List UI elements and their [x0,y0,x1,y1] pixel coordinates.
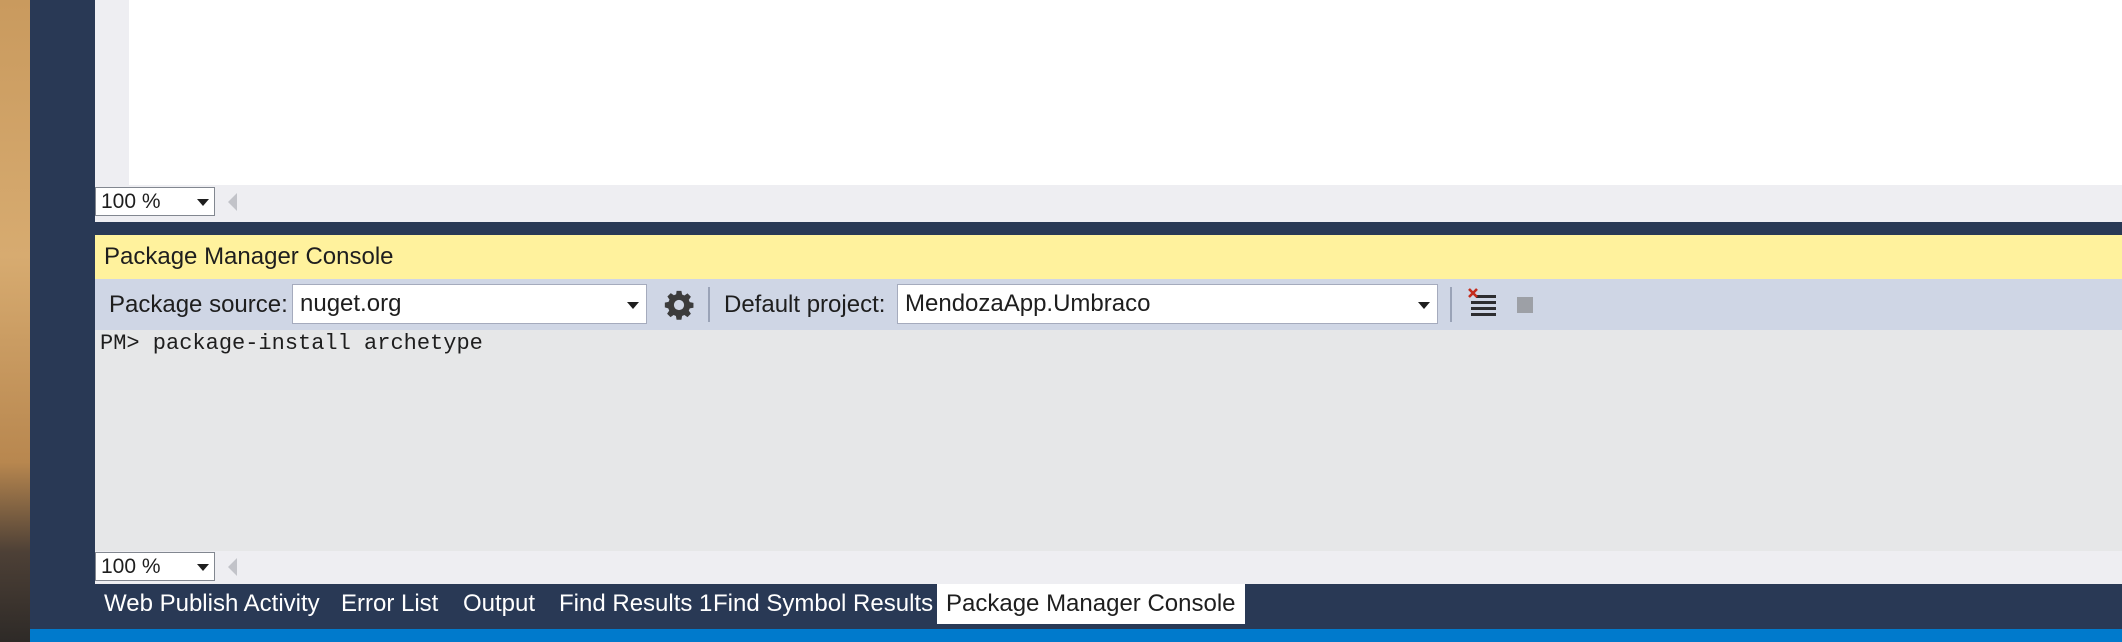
stop-icon[interactable] [1517,297,1533,313]
editor-zoom-value: 100 % [101,190,161,213]
chevron-down-icon [627,302,639,309]
editor-gutter [95,0,129,185]
clear-console-icon[interactable] [1467,288,1499,320]
tab-find-symbol-results[interactable]: Find Symbol Results [704,584,942,625]
window-splitter[interactable] [95,222,2122,235]
gear-icon[interactable] [662,288,696,322]
tab-find-results-1[interactable]: Find Results 1 [550,584,721,625]
scroll-left-icon[interactable] [228,558,237,576]
chevron-down-icon [197,564,209,571]
default-project-dropdown[interactable]: MendozaApp.Umbraco [897,284,1438,324]
tab-package-manager-console[interactable]: Package Manager Console [937,584,1245,624]
package-source-label: Package source: [109,291,288,318]
package-source-value: nuget.org [300,290,402,317]
desktop-background [0,0,30,642]
tab-error-list[interactable]: Error List [332,584,447,625]
scroll-left-icon[interactable] [228,193,237,211]
editor-zoom-dropdown[interactable]: 100 % [95,187,215,216]
console-toolbar: Package source: nuget.org Default projec… [95,279,2122,330]
editor-text-area[interactable] [129,0,2122,185]
default-project-value: MendozaApp.Umbraco [905,290,1151,317]
tool-window-title: Package Manager Console [95,235,2122,279]
toolbar-separator [1450,287,1452,322]
console-zoom-value: 100 % [101,555,161,578]
default-project-label: Default project: [724,291,886,318]
console-zoom-dropdown[interactable]: 100 % [95,552,215,581]
chevron-down-icon [197,199,209,206]
console-bottom-bar: 100 % [95,551,2122,584]
package-source-dropdown[interactable]: nuget.org [292,284,647,324]
console-line: PM> package-install archetype [100,331,483,356]
status-bar-border [30,625,2122,629]
editor-bottom-bar: 100 % [95,185,2122,222]
console-output[interactable]: PM> package-install archetype [95,330,2122,551]
chevron-down-icon [1418,302,1430,309]
tab-output[interactable]: Output [454,584,544,625]
tab-web-publish-activity[interactable]: Web Publish Activity [95,584,329,625]
tool-window-tabs: Web Publish Activity Error List Output F… [95,584,2122,625]
toolbar-separator [708,287,710,322]
